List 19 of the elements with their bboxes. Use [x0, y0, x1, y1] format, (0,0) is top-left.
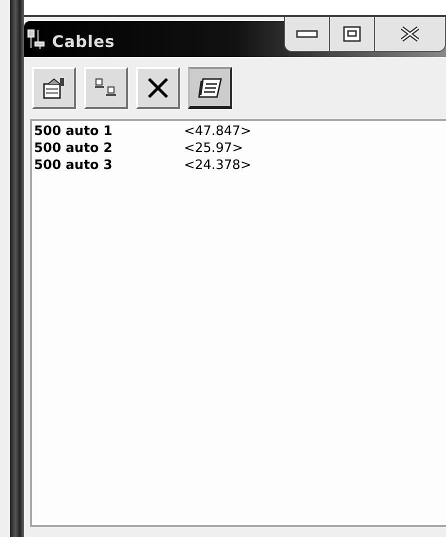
item-value: <47.847>	[184, 123, 252, 140]
item-value: <24.378>	[184, 157, 252, 174]
minimize-button[interactable]	[285, 17, 330, 51]
item-value: <25.97>	[184, 140, 244, 157]
minimize-icon	[296, 29, 318, 39]
list-item[interactable]: 500 auto 3	[34, 157, 184, 174]
maximize-icon	[343, 26, 361, 42]
form-icon	[42, 76, 66, 100]
list-item[interactable]: 500 auto 1	[34, 123, 184, 140]
maximize-button[interactable]	[330, 17, 375, 51]
close-icon	[146, 76, 170, 100]
delete-button[interactable]	[136, 67, 180, 109]
close-button[interactable]	[375, 17, 445, 51]
toolbar-button[interactable]	[188, 67, 232, 109]
notepad-icon	[197, 76, 223, 98]
close-icon	[399, 26, 421, 42]
documents-icon	[94, 78, 118, 98]
window-title: Cables	[52, 32, 115, 50]
list-item[interactable]: 500 auto 2	[34, 140, 184, 157]
